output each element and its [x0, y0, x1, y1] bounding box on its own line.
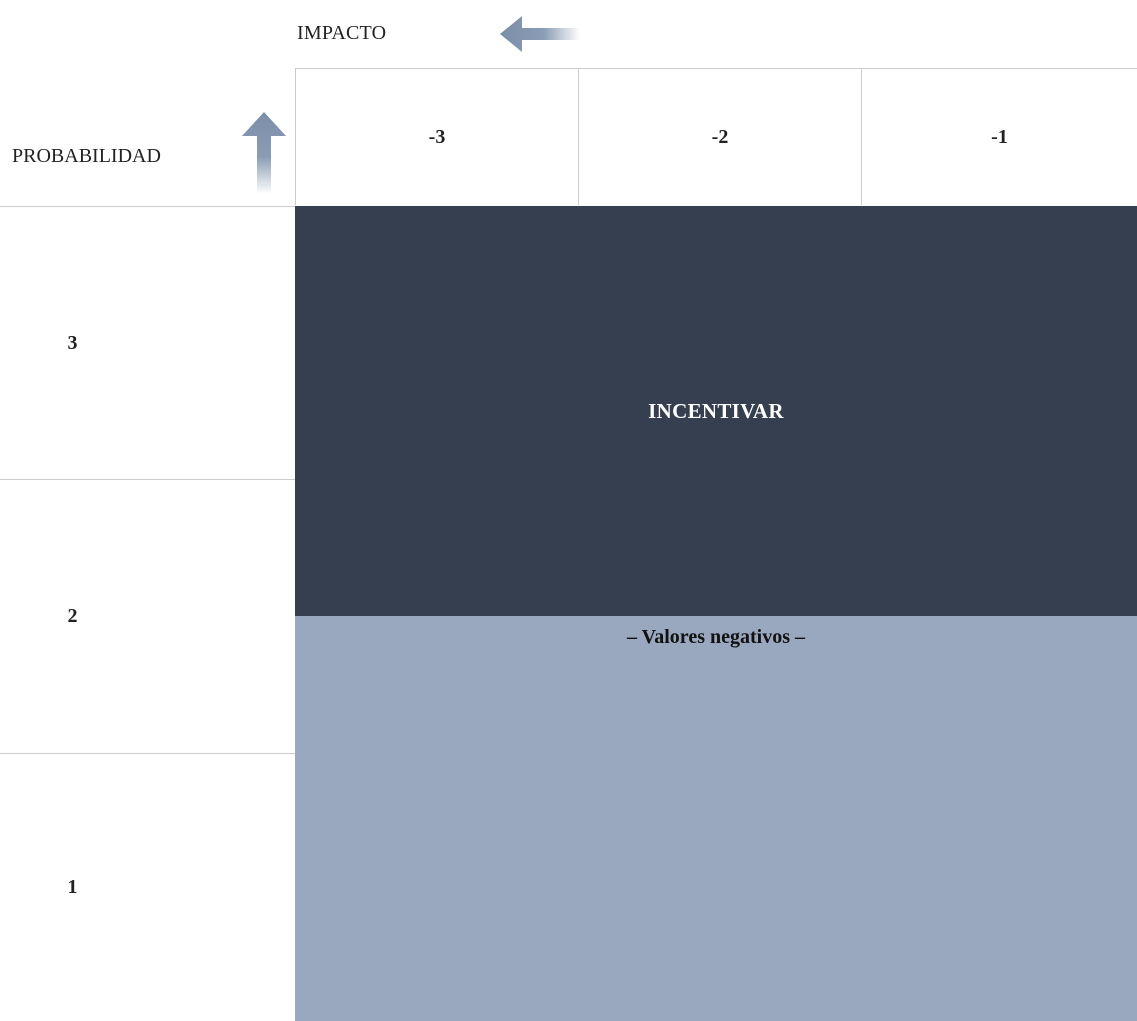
row-header: 2 — [0, 479, 295, 753]
negative-values-zone-label: – Valores negativos – — [627, 626, 805, 648]
column-header: -2 — [578, 68, 861, 205]
probability-axis-label: PROBABILIDAD — [12, 145, 161, 167]
row-header: 1 — [0, 753, 295, 1021]
column-header: -1 — [861, 68, 1137, 205]
column-header-value: -3 — [428, 125, 446, 148]
incentivar-zone: INCENTIVAR — [295, 206, 1137, 616]
impact-axis-label: IMPACTO — [297, 22, 387, 44]
row-header: 3 — [0, 206, 295, 479]
column-header-value: -1 — [991, 125, 1008, 148]
row-header-value: 2 — [67, 605, 78, 627]
column-header: -3 — [295, 68, 578, 205]
incentivar-zone-label: INCENTIVAR — [648, 398, 784, 423]
row-header-value: 3 — [67, 331, 78, 354]
arrow-up-icon — [242, 112, 286, 194]
arrow-left-icon — [500, 16, 580, 52]
column-header-value: -2 — [711, 125, 729, 148]
row-header-value: 1 — [67, 876, 78, 898]
negative-values-zone: – Valores negativos – — [295, 616, 1137, 1021]
